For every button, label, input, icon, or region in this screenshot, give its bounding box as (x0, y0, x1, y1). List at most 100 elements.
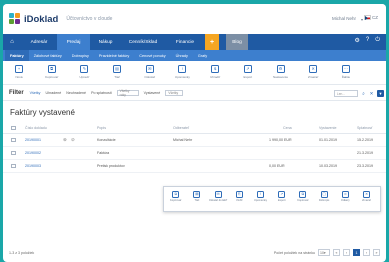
period-select[interactable]: Všetky roky (116, 89, 139, 97)
filter-paid[interactable]: Uhradené (45, 91, 61, 95)
row-checkbox[interactable] (11, 150, 16, 156)
settings-button[interactable]: ⚙ Nastavenie (269, 65, 293, 79)
new-button[interactable]: + Nová (7, 65, 31, 79)
tab-predaj[interactable]: Predaj (57, 34, 90, 50)
subtab-dobropisy[interactable]: Dobropisy (67, 50, 94, 61)
close-icon[interactable]: ✕ (368, 90, 375, 97)
column-due[interactable]: Splatnosť (357, 126, 372, 130)
invoice-description: Konzultácie (97, 138, 116, 142)
issued-select[interactable]: Všetky (165, 89, 184, 96)
filter-title: Filter (9, 89, 24, 96)
subtab-zalohove-faktury[interactable]: Zálohové faktúry (29, 50, 67, 61)
reminder-button[interactable]: ! Upomienky (170, 65, 194, 79)
print-button[interactable]: ▤ Tlač (105, 65, 129, 79)
subtab-faktury[interactable]: Faktúry (5, 50, 29, 61)
popup-label: Upomienky (254, 199, 267, 202)
delete-button[interactable]: ✕ Zmazať (301, 65, 325, 79)
popup-links-button[interactable]: ∞ Odkazy (336, 191, 355, 211)
user-menu[interactable]: Michal Nehr (332, 16, 356, 21)
more-button[interactable]: ⋯ Ďalšie (334, 65, 358, 79)
column-price[interactable]: Cena (283, 126, 292, 130)
popup-label: Export (277, 199, 286, 202)
tool-label: Uhradiť (210, 75, 221, 79)
subtab-uhrady[interactable]: Úhrady (171, 50, 193, 61)
popup-label: Kopírovať (297, 199, 309, 202)
attachment-icon: ⊘ (71, 137, 75, 142)
per-page-value: 10 (320, 250, 324, 255)
invoice-number[interactable]: 20190001 (25, 138, 41, 142)
issued-label: Vystavené (143, 90, 161, 95)
filter-overdue[interactable]: Po splatnosti (91, 91, 112, 95)
chevron-down-icon[interactable]: ▾ (361, 17, 363, 22)
copy-icon: ⧉ (47, 65, 56, 73)
edit-button[interactable]: ✎ Upraviť (72, 65, 96, 79)
first-page-button[interactable]: « (333, 249, 340, 256)
popup-export-button[interactable]: ↗ Export (272, 191, 291, 211)
popup-label: Dobropis (318, 199, 330, 202)
settings-icon: ⚙ (276, 65, 285, 73)
row-checkbox[interactable] (11, 137, 16, 143)
next-page-button[interactable]: › (363, 249, 370, 256)
subtab-grafy[interactable]: Grafy (193, 50, 212, 61)
table-row[interactable]: 20190001 ⊗ ⊘ Konzultácie Michal Nehr 1 9… (3, 134, 386, 147)
search-input[interactable]: Len... (334, 90, 358, 97)
popup-insert-button[interactable]: ⎘ Vložiť (230, 191, 249, 211)
send-button[interactable]: ✉ Odoslať (138, 65, 162, 79)
tool-label: Odoslať (144, 75, 156, 79)
popup-reminder-button[interactable]: ! Upomienky (251, 191, 270, 211)
popup-duplicate-button[interactable]: ⧉ Kopírovať (293, 191, 312, 211)
help-icon[interactable]: ? (366, 37, 369, 44)
popup-label: Zmazať (362, 199, 371, 202)
pay-button[interactable]: $ Uhradiť (203, 65, 227, 79)
tab-cennik-sklad[interactable]: Cenník/Sklad (121, 34, 165, 50)
subtab-pravidelne-faktury[interactable]: Pravidelné faktúry (94, 50, 134, 61)
link-icon: ∞ (341, 191, 349, 198)
add-button[interactable]: + (205, 34, 219, 50)
popup-credit-note-button[interactable]: ▢ Dobropis (314, 191, 333, 211)
export-button[interactable]: ↗ Export (236, 65, 260, 79)
export-icon: ↗ (278, 191, 286, 198)
tab-adresar[interactable]: Adresár (21, 34, 57, 50)
filter-all[interactable]: Všetky (30, 91, 41, 95)
invoice-number[interactable]: 20190003 (25, 164, 41, 168)
column-customer[interactable]: Odberateľ (173, 126, 189, 130)
tab-financie[interactable]: Financie (165, 34, 205, 50)
per-page-select[interactable]: 10 ▾ (318, 249, 330, 256)
column-number[interactable]: Číslo dokladu (25, 126, 47, 130)
select-all-checkbox[interactable] (11, 125, 16, 131)
page-title: Faktúry vystavené (10, 108, 75, 117)
search-icon[interactable]: ⌕ (360, 90, 367, 97)
logo[interactable]: iDoklad (9, 13, 58, 25)
tab-nakup[interactable]: Nákup (90, 34, 121, 50)
tool-label: Upraviť (79, 75, 90, 79)
popup-delete-button[interactable]: ✕ Zmazať (357, 191, 376, 211)
tab-blog[interactable]: Blog (226, 34, 248, 50)
row-checkbox[interactable] (11, 163, 16, 169)
column-description[interactable]: Popis (97, 126, 106, 130)
filter-unpaid[interactable]: Neuhradené (66, 91, 86, 95)
table-row[interactable]: 20190003 Pretisk produktov 0,00 EUR 10.0… (3, 160, 386, 173)
copy-button[interactable]: ⧉ Kopírovať (40, 65, 64, 79)
popup-copy-button[interactable]: ⧉ Kopírovať (166, 191, 185, 211)
settings-icon[interactable]: ⚙ (355, 37, 360, 44)
top-bar: iDoklad Účtovníctvo v cloude Michal Nehr… (3, 4, 386, 34)
language-selector[interactable]: CZ (364, 15, 378, 21)
popup-label: Tlač (194, 199, 200, 202)
export-icon: ↗ (243, 65, 252, 73)
last-page-button[interactable]: » (373, 249, 380, 256)
popup-send-eet-button[interactable]: ✉ Odoslať do EET (208, 191, 227, 211)
chevron-down-icon[interactable]: ▾ (377, 90, 384, 97)
table-row[interactable]: 20190002 Faktúra 21.3.2019 (3, 147, 386, 160)
popup-print-button[interactable]: ▤ Tlač (187, 191, 206, 211)
tool-label: Upomienky (174, 75, 190, 79)
subtab-cenove-ponuky[interactable]: Cenové ponuky (134, 50, 170, 61)
invoice-number[interactable]: 20190002 (25, 151, 41, 155)
page-1-button[interactable]: 1 (353, 249, 360, 256)
prev-page-button[interactable]: ‹ (343, 249, 350, 256)
table-footer: 1-3 z 3 položiek Počet položiek na strán… (3, 244, 386, 262)
company-name: Účtovníctvo v cloude (66, 16, 113, 22)
logout-icon[interactable]: ⏻ (375, 37, 380, 44)
home-icon[interactable]: ⌂ (3, 34, 21, 50)
credit-note-icon: ▢ (320, 191, 328, 198)
column-issued[interactable]: Vystavenie (319, 126, 336, 130)
